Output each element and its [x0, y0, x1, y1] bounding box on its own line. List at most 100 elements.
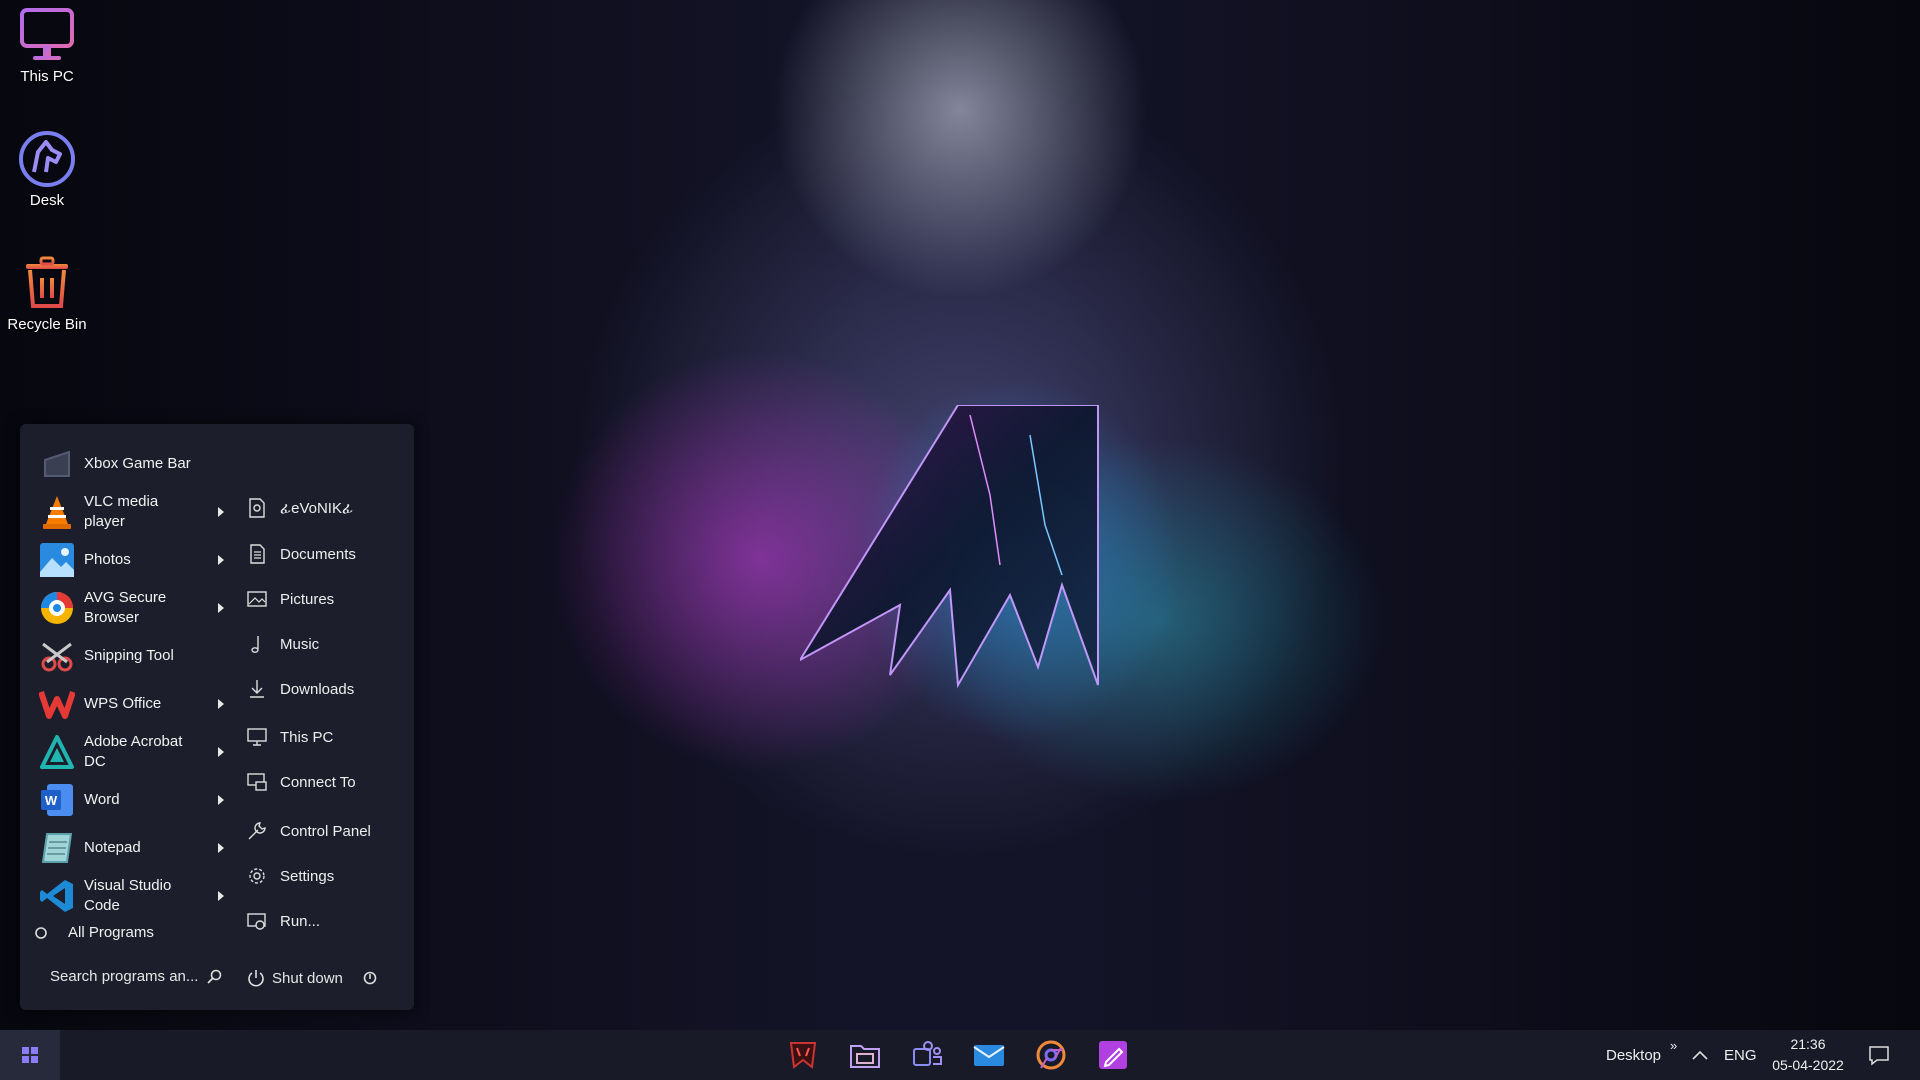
place-documents[interactable]: Documents: [246, 539, 356, 569]
vlc-cone-icon: [38, 493, 76, 531]
photos-icon: [38, 541, 76, 579]
start-button[interactable]: [0, 1030, 60, 1080]
teams-icon: [913, 1041, 942, 1066]
program-notepad[interactable]: Notepad: [38, 826, 224, 870]
chrome-icon: [1036, 1040, 1066, 1070]
desktop-icon-desk[interactable]: Desk: [4, 128, 90, 209]
search-icon: [207, 969, 222, 984]
picture-icon: [246, 588, 268, 610]
place-label: Documents: [280, 545, 356, 563]
program-acrobat[interactable]: Adobe Acrobat DC: [38, 730, 224, 774]
submenu-arrow-icon[interactable]: [218, 795, 224, 805]
place-label: Run...: [280, 912, 321, 930]
place-label: Music: [280, 635, 320, 653]
circle-icon: [35, 926, 47, 939]
place-label: Settings: [280, 867, 335, 885]
place-user-folder[interactable]: ፊeVoNIKፊ: [246, 493, 353, 523]
place-run[interactable]: Run...: [246, 906, 320, 936]
start-menu: Xbox Game Bar VLC media player Photos AV…: [20, 424, 414, 1010]
place-control-panel[interactable]: Control Panel: [246, 816, 371, 846]
power-icon: [248, 970, 264, 987]
search-placeholder: Search programs an...: [50, 968, 199, 985]
language-indicator[interactable]: ENG: [1724, 1030, 1757, 1080]
submenu-arrow-icon[interactable]: [218, 555, 224, 565]
trash-icon: [26, 256, 68, 308]
place-connect-to[interactable]: Connect To: [246, 767, 356, 797]
chevron-up-icon: [1692, 1050, 1708, 1060]
submenu-arrow-icon[interactable]: [218, 699, 224, 709]
place-label: Downloads: [280, 680, 355, 698]
wallpaper-logo: [800, 405, 1099, 689]
taskbar-chrome[interactable]: [1034, 1038, 1068, 1072]
notification-icon: [1869, 1046, 1889, 1066]
program-vlc[interactable]: VLC media player: [38, 490, 224, 534]
desktop-icon-label: This PC: [20, 68, 74, 85]
submenu-arrow-icon[interactable]: [218, 507, 224, 517]
avg-browser-icon: [38, 589, 76, 627]
program-label: Photos: [84, 551, 131, 568]
program-wps-office[interactable]: WPS Office: [38, 682, 224, 726]
program-vscode[interactable]: Visual Studio Code: [38, 874, 224, 918]
program-avg-browser[interactable]: AVG Secure Browser: [38, 586, 224, 630]
clock[interactable]: 21:36 05-04-2022: [1768, 1030, 1848, 1080]
predator-icon: [789, 1042, 817, 1069]
program-word[interactable]: W Word: [38, 778, 224, 822]
place-downloads[interactable]: Downloads: [246, 674, 354, 704]
word-icon: W: [38, 781, 76, 819]
program-label: Notepad: [84, 839, 141, 856]
submenu-arrow-icon[interactable]: [218, 891, 224, 901]
computer-icon: [246, 726, 268, 748]
clock-time: 21:36: [1790, 1036, 1826, 1052]
download-icon: [246, 678, 268, 700]
all-programs-label: All Programs: [68, 924, 154, 941]
submenu-arrow-icon[interactable]: [218, 747, 224, 757]
user-folder-icon: [246, 497, 268, 519]
taskbar-teams[interactable]: [910, 1038, 944, 1072]
place-pictures[interactable]: Pictures: [246, 584, 334, 614]
search-input[interactable]: Search programs an...: [50, 968, 222, 985]
program-snipping-tool[interactable]: Snipping Tool: [38, 634, 213, 678]
xbox-game-bar-icon: [38, 445, 76, 483]
action-center-button[interactable]: [1868, 1030, 1890, 1080]
place-label: This PC: [280, 728, 334, 746]
desktop-icon-this-pc[interactable]: This PC: [4, 4, 90, 85]
run-icon: [246, 910, 268, 932]
program-photos[interactable]: Photos: [38, 538, 224, 582]
program-xbox-game-bar[interactable]: Xbox Game Bar: [38, 442, 213, 486]
desktop-toolbar[interactable]: Desktop: [1606, 1030, 1661, 1080]
shutdown-button[interactable]: Shut down: [246, 968, 377, 988]
program-label: Snipping Tool: [84, 647, 174, 664]
all-programs-button[interactable]: All Programs: [34, 924, 154, 941]
vscode-icon: [38, 877, 76, 915]
notepad-icon: [38, 829, 76, 867]
acrobat-icon: [38, 733, 76, 771]
place-this-pc[interactable]: This PC: [246, 722, 333, 752]
desktop-icon-label: Desk: [29, 192, 65, 209]
place-music[interactable]: Music: [246, 629, 319, 659]
desktop-icon-label: Recycle Bin: [7, 316, 87, 333]
taskbar-file-explorer[interactable]: [848, 1038, 882, 1072]
monitor-icon: [20, 8, 74, 60]
submenu-arrow-icon[interactable]: [218, 843, 224, 853]
horse-logo-icon: [19, 131, 75, 187]
desktop-icon-recycle-bin[interactable]: Recycle Bin: [4, 252, 90, 333]
taskbar: Desktop » ENG 21:36 05-04-2022: [0, 1030, 1920, 1080]
program-label: Xbox Game Bar: [84, 455, 191, 472]
shutdown-label: Shut down: [272, 969, 343, 987]
show-hidden-icons-button[interactable]: [1692, 1030, 1708, 1080]
language-label: ENG: [1724, 1046, 1757, 1064]
place-label: Connect To: [280, 773, 356, 791]
submenu-arrow-icon[interactable]: [218, 603, 224, 613]
taskbar-mail[interactable]: [972, 1038, 1006, 1072]
taskbar-predator[interactable]: [786, 1038, 820, 1072]
mail-icon: [973, 1045, 1005, 1066]
program-label: WPS Office: [84, 695, 162, 712]
taskbar-edit-app[interactable]: [1096, 1038, 1130, 1072]
shutdown-options-icon[interactable]: [363, 971, 377, 985]
place-label: Control Panel: [280, 822, 371, 840]
start-grid-icon: [22, 1047, 38, 1063]
toolbar-expand-icon[interactable]: »: [1670, 1020, 1677, 1070]
place-settings[interactable]: Settings: [246, 861, 334, 891]
wps-office-icon: [38, 685, 76, 723]
program-label: Adobe Acrobat DC: [84, 733, 183, 770]
